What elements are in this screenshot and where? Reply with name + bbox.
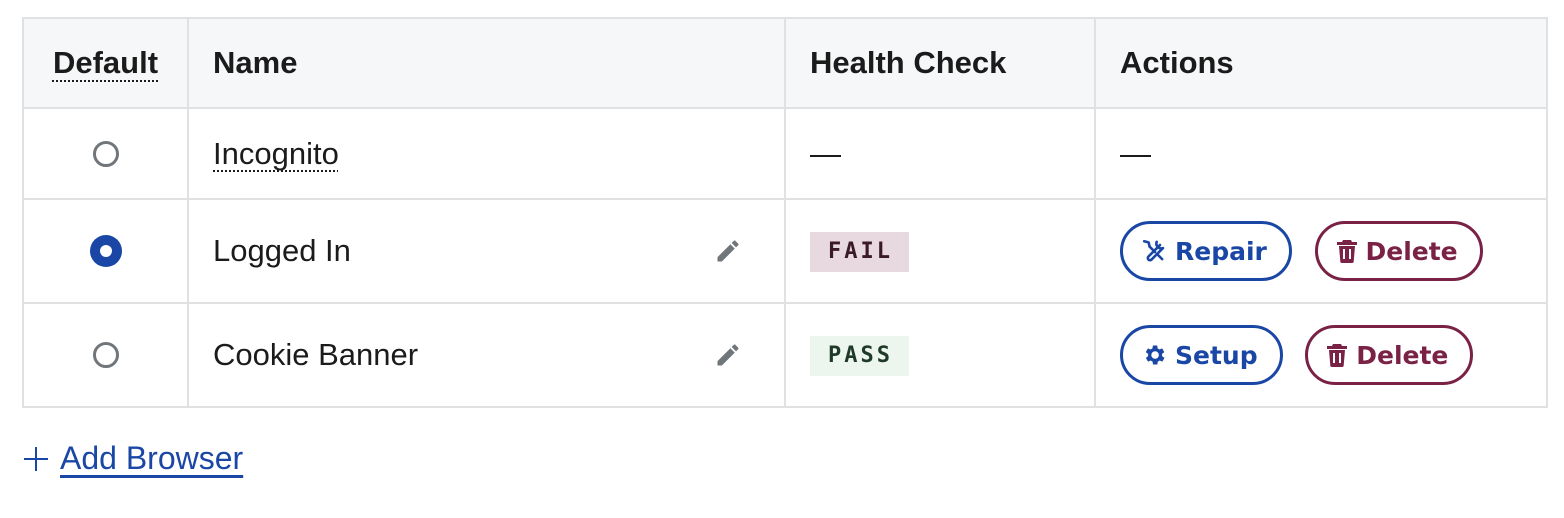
wrench-screwdriver-icon — [1142, 239, 1165, 262]
actions-cell: Repair Delete — [1094, 198, 1548, 304]
plus-icon — [24, 446, 48, 471]
add-browser-link[interactable]: Add Browser — [60, 440, 243, 477]
repair-button[interactable]: Repair — [1120, 221, 1292, 281]
browsers-table: Default Name Health Check Actions Incogn… — [22, 17, 1548, 408]
health-cell: FAIL — [784, 198, 1096, 304]
table-row: Logged In FAIL Repair Delete — [22, 198, 1548, 304]
delete-button-label: Delete — [1356, 340, 1449, 370]
trash-icon — [1327, 344, 1348, 367]
name-cell: Cookie Banner — [187, 302, 786, 408]
edit-name-button[interactable] — [714, 237, 742, 265]
trash-icon — [1336, 240, 1357, 263]
actions-empty-dash: — — [1120, 135, 1151, 171]
edit-name-button[interactable] — [714, 341, 742, 369]
table-header-row: Default Name Health Check Actions — [22, 17, 1548, 109]
health-status-badge: FAIL — [810, 232, 909, 272]
browser-name-cookie-banner: Cookie Banner — [213, 337, 419, 372]
header-name: Name — [187, 17, 786, 109]
default-cell — [22, 107, 189, 200]
delete-button[interactable]: Delete — [1305, 325, 1474, 385]
actions-cell: Setup Delete — [1094, 302, 1548, 408]
name-cell: Logged In — [187, 198, 786, 304]
default-cell — [22, 198, 189, 304]
setup-button[interactable]: Setup — [1120, 325, 1283, 385]
browsers-table-container: Default Name Health Check Actions Incogn… — [22, 17, 1548, 408]
header-health-check: Health Check — [784, 17, 1096, 109]
setup-button-label: Setup — [1175, 340, 1258, 370]
delete-button-label: Delete — [1365, 236, 1458, 266]
health-status-badge: PASS — [810, 336, 909, 376]
health-cell: — — [784, 107, 1096, 200]
add-browser-row: Add Browser — [24, 440, 243, 477]
delete-button[interactable]: Delete — [1314, 221, 1483, 281]
default-cell — [22, 302, 189, 408]
gear-icon — [1145, 345, 1165, 365]
health-cell: PASS — [784, 302, 1096, 408]
browser-name-logged-in: Logged In — [213, 233, 351, 268]
table-row: Incognito — — — [22, 107, 1548, 200]
header-default: Default — [22, 17, 189, 109]
browser-name-incognito: Incognito — [213, 135, 339, 171]
repair-button-label: Repair — [1175, 236, 1267, 266]
health-empty-dash: — — [810, 135, 841, 171]
default-radio-cookie-banner[interactable] — [92, 342, 119, 368]
actions-cell: — — [1094, 107, 1548, 200]
header-default-label: Default — [52, 45, 159, 80]
header-actions: Actions — [1094, 17, 1548, 109]
name-cell: Incognito — [187, 107, 786, 200]
default-radio-logged-in[interactable] — [89, 235, 122, 267]
pencil-icon — [717, 240, 739, 262]
pencil-icon — [717, 344, 739, 366]
default-radio-incognito[interactable] — [92, 140, 119, 167]
table-row: Cookie Banner PASS Setup Delete — [22, 302, 1548, 408]
